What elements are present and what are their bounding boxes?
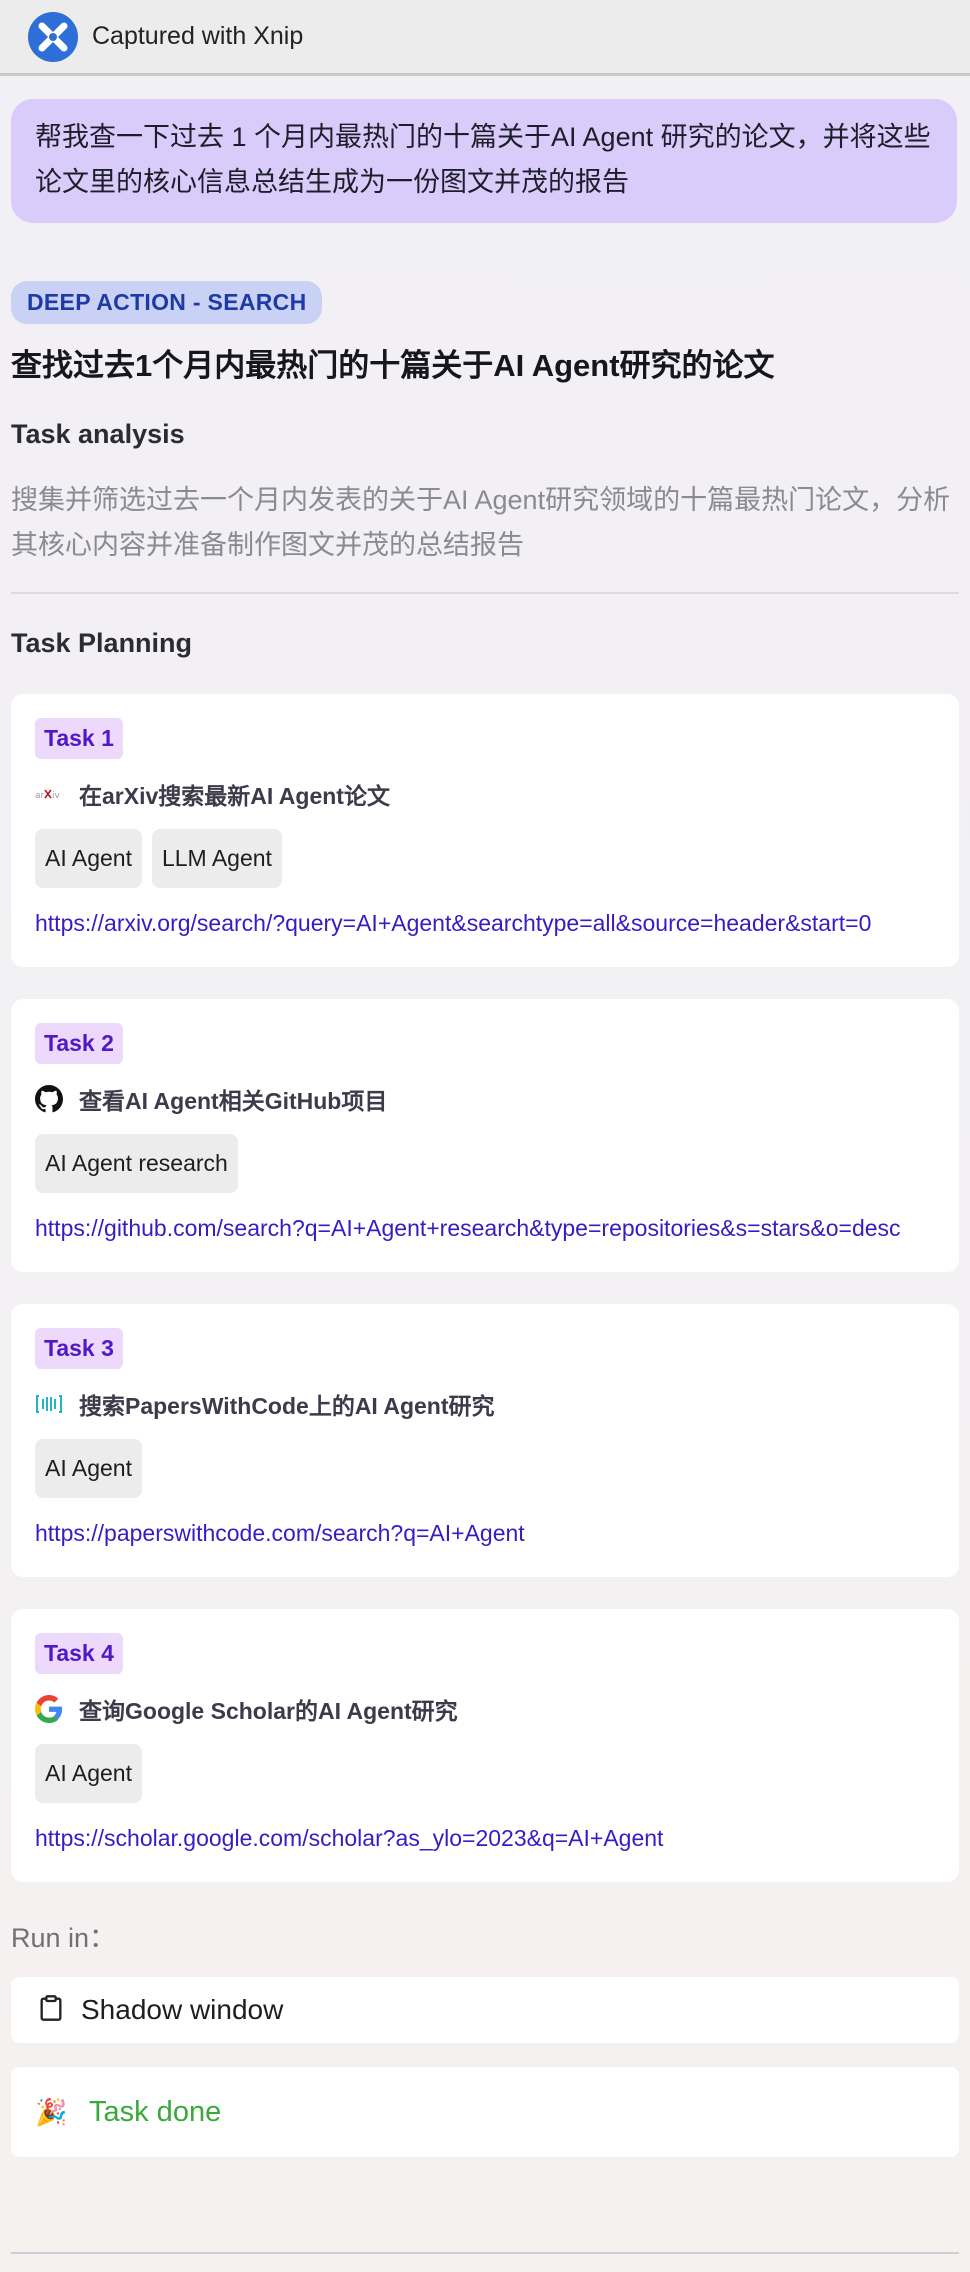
arxiv-icon: ar iv [35,780,63,808]
svg-text:ar: ar [35,791,45,801]
window-titlebar: Captured with Xnip [0,0,970,76]
task-title-row: ar iv 在arXiv搜索最新AI Agent论文 [35,777,935,811]
keyword-chips: AI Agent [35,1744,935,1803]
keyword-chips: AI Agent [35,1439,935,1498]
party-popper-icon: 🎉 [35,2096,68,2127]
paperswithcode-icon [35,1390,63,1418]
task-card-2: Task 2 查看AI Agent相关GitHub项目 AI Agent res… [11,999,959,1272]
window-title: Captured with Xnip [92,22,304,50]
task-pill: Task 2 [35,1023,123,1064]
task-done-label: Task done [89,2095,222,2128]
run-in-option-label: Shadow window [81,1994,284,2025]
task-title-row: 查询Google Scholar的AI Agent研究 [35,1692,935,1726]
github-icon [35,1085,63,1113]
task-link[interactable]: https://scholar.google.com/scholar?as_yl… [35,1825,935,1852]
run-in-label: Run in： [11,1923,117,1953]
keyword-chips: AI Agent research [35,1134,935,1193]
page-title: 查找过去1个月内最热门的十篇关于AI Agent研究的论文 [11,348,775,383]
clipboard-icon [37,1994,65,2027]
task-status: 🎉 Task done [11,2067,959,2157]
run-in-option[interactable]: Shadow window [11,1977,959,2043]
action-badge: DEEP ACTION - SEARCH [11,281,323,324]
task-planning-heading: Task Planning [11,628,193,658]
xnip-logo-icon [28,11,78,62]
task-label: 查询Google Scholar的AI Agent研究 [79,1698,458,1724]
task-pill: Task 1 [35,718,123,759]
task-pill: Task 4 [35,1633,123,1674]
keyword-chip[interactable]: AI Agent [35,1744,142,1803]
bottom-divider [11,2252,959,2254]
task-pill: Task 3 [35,1328,123,1369]
task-analysis-text: 搜集并筛选过去一个月内发表的关于AI Agent研究领域的十篇最热门论文，分析其… [11,485,951,560]
task-card-4: Task 4 查询Google Scholar的AI Agent研究 AI Ag… [11,1609,959,1882]
task-label: 查看AI Agent相关GitHub项目 [79,1088,388,1114]
svg-text:iv: iv [52,791,61,801]
task-title-row: 查看AI Agent相关GitHub项目 [35,1082,935,1116]
task-label: 搜索PapersWithCode上的AI Agent研究 [79,1393,495,1419]
task-link[interactable]: https://paperswithcode.com/search?q=AI+A… [35,1520,935,1547]
section-divider [11,592,959,594]
task-label: 在arXiv搜索最新AI Agent论文 [79,783,390,809]
task-card-3: Task 3 搜索PapersWithCode上的AI Agent研究 AI A… [11,1304,959,1577]
task-title-row: 搜索PapersWithCode上的AI Agent研究 [35,1387,935,1421]
task-card-1: Task 1 ar iv 在arXiv搜索最新AI Agent论文 AI Age… [11,694,959,967]
task-link[interactable]: https://arxiv.org/search/?query=AI+Agent… [35,910,935,937]
keyword-chip[interactable]: AI Agent [35,1439,142,1498]
keyword-chip[interactable]: AI Agent [35,829,142,888]
google-icon [35,1695,63,1723]
task-analysis-heading: Task analysis [11,419,185,449]
keyword-chip[interactable]: LLM Agent [151,829,282,888]
keyword-chips: AI Agent LLM Agent [35,829,935,888]
user-prompt-bubble: 帮我查一下过去 1 个月内最热门的十篇关于AI Agent 研究的论文，并将这些… [11,99,957,223]
keyword-chip[interactable]: AI Agent research [35,1134,238,1193]
chat-content: 帮我查一下过去 1 个月内最热门的十篇关于AI Agent 研究的论文，并将这些… [0,99,970,2157]
task-link[interactable]: https://github.com/search?q=AI+Agent+res… [35,1215,935,1242]
